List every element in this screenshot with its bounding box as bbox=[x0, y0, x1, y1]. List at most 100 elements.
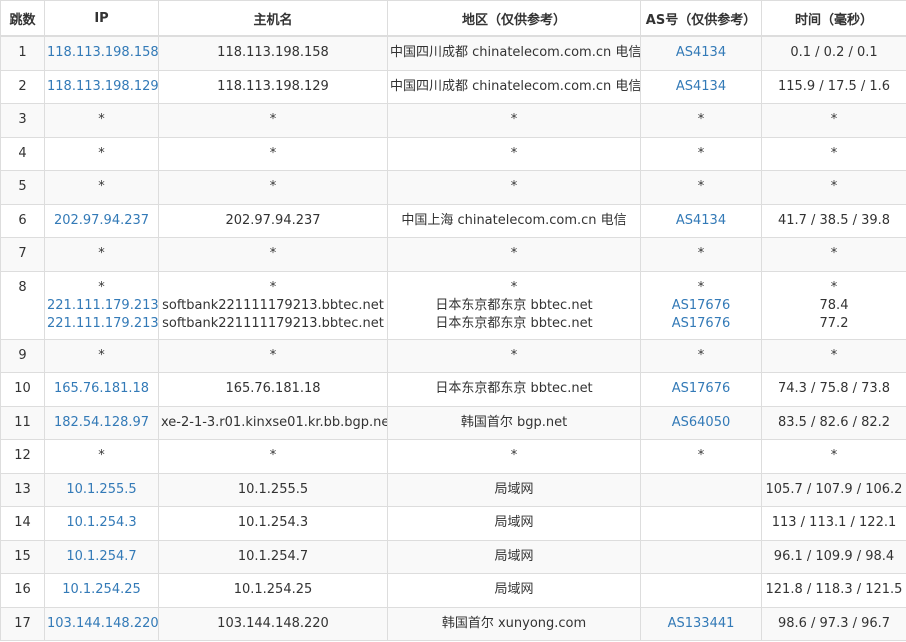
ip-cell-text[interactable]: 118.113.198.158 bbox=[47, 45, 158, 60]
ip-cell-text[interactable]: 10.1.254.25 bbox=[62, 582, 141, 597]
time-cell: * bbox=[761, 237, 906, 272]
hostname-cell-line: softbank221111179213.bbtec.net bbox=[162, 315, 384, 331]
hostname-cell: 165.76.181.18 bbox=[158, 372, 388, 407]
as-cell: AS4134 bbox=[640, 203, 762, 238]
region-cell: 局域网 bbox=[387, 539, 641, 574]
hostname-cell: * bbox=[158, 103, 388, 138]
region-cell: 局域网 bbox=[387, 573, 641, 608]
ip-cell-text[interactable]: 10.1.254.7 bbox=[66, 549, 136, 564]
hostname-cell-text: 10.1.254.3 bbox=[237, 515, 309, 531]
as-cell: AS133441 bbox=[640, 606, 762, 641]
region-cell: * bbox=[387, 170, 641, 205]
time-cell: 105.7 / 107.9 / 106.2 bbox=[761, 472, 906, 507]
region-cell-text: * bbox=[510, 179, 518, 195]
hostname-cell: 10.1.255.5 bbox=[158, 472, 388, 507]
hostname-cell-text: 10.1.254.25 bbox=[233, 582, 313, 598]
ip-cell: * bbox=[44, 136, 159, 171]
table-row: 1 118.113.198.158 118.113.198.158 中国四川成都 ch… bbox=[0, 35, 906, 71]
hop-cell: 16 bbox=[0, 573, 45, 608]
ip-cell-text[interactable]: 10.1.254.3 bbox=[66, 515, 136, 530]
time-cell: 115.9 / 17.5 / 1.6 bbox=[761, 69, 906, 104]
hostname-cell: 10.1.254.25 bbox=[158, 573, 388, 608]
ip-cell-text[interactable]: 182.54.128.97 bbox=[54, 415, 149, 430]
as-cell-line[interactable]: AS17676 bbox=[643, 297, 759, 315]
hostname-cell: * softbank221111179213.bbtec.net softbank2… bbox=[158, 270, 388, 340]
table-row: 14 10.1.254.3 10.1.254.3 局域网 113 / 113.1 / 1… bbox=[0, 506, 906, 541]
ip-cell: 165.76.181.18 bbox=[44, 372, 159, 407]
hop-cell-text: 3 bbox=[18, 112, 27, 128]
hostname-cell-text: 165.76.181.18 bbox=[225, 381, 321, 397]
region-cell: * bbox=[387, 338, 641, 373]
as-cell-text[interactable]: AS64050 bbox=[672, 415, 731, 430]
as-cell-text[interactable]: AS133441 bbox=[668, 616, 735, 631]
ip-cell: 118.113.198.129 bbox=[44, 69, 159, 104]
hop-cell-text: 7 bbox=[18, 246, 27, 262]
hop-cell: 1 bbox=[0, 35, 45, 71]
hostname-cell: 103.144.148.220 bbox=[158, 606, 388, 641]
region-cell-line: 日本东京都东京 bbtec.net bbox=[435, 315, 593, 331]
hostname-cell-text: 118.113.198.129 bbox=[217, 78, 329, 94]
region-cell: * bbox=[387, 136, 641, 171]
time-cell: 74.3 / 75.8 / 73.8 bbox=[761, 372, 906, 407]
time-cell-text: * bbox=[830, 448, 838, 464]
hop-cell-text: 5 bbox=[18, 179, 27, 195]
as-cell-text[interactable]: AS4134 bbox=[676, 45, 726, 60]
ip-cell: 10.1.255.5 bbox=[44, 472, 159, 507]
hostname-cell-text: * bbox=[269, 347, 277, 363]
as-cell: AS4134 bbox=[640, 35, 762, 71]
region-cell-text: 局域网 bbox=[494, 582, 534, 598]
ip-cell-text[interactable]: 165.76.181.18 bbox=[54, 381, 149, 396]
region-cell-text: 中国四川成都 chinatelecom.com.cn 电信 bbox=[390, 78, 641, 94]
ip-cell-text[interactable]: 103.144.148.220 bbox=[47, 616, 158, 631]
region-cell-text: 局域网 bbox=[494, 515, 534, 531]
ip-cell-text: * bbox=[98, 448, 105, 464]
ip-cell-text: * bbox=[98, 179, 105, 195]
as-cell-text[interactable]: AS4134 bbox=[676, 213, 726, 228]
region-cell: 韩国首尔 xunyong.com bbox=[387, 606, 641, 641]
ip-cell-line[interactable]: 221.111.179.213 bbox=[47, 315, 158, 333]
time-cell: 96.1 / 109.9 / 98.4 bbox=[761, 539, 906, 574]
ip-cell: * bbox=[44, 170, 159, 205]
ip-cell-text[interactable]: 202.97.94.237 bbox=[54, 213, 149, 228]
ip-cell-text[interactable]: 10.1.255.5 bbox=[66, 482, 136, 497]
hostname-cell: xe-2-1-3.r01.kinxse01.kr.bb.bgp.net bbox=[158, 405, 388, 440]
hostname-cell-text: * bbox=[269, 179, 277, 195]
as-cell-text[interactable]: AS17676 bbox=[672, 381, 731, 396]
table-row: 10 165.76.181.18 165.76.181.18 日本东京都东京 bbte… bbox=[0, 372, 906, 407]
time-cell: * bbox=[761, 103, 906, 138]
table-row: 2 118.113.198.129 118.113.198.129 中国四川成都 ch… bbox=[0, 69, 906, 104]
hop-cell: 11 bbox=[0, 405, 45, 440]
ip-cell-text[interactable]: 118.113.198.129 bbox=[47, 79, 158, 94]
header-region: 地区（仅供参考） bbox=[387, 0, 641, 37]
ip-cell-text: * bbox=[98, 112, 105, 128]
table-row: 16 10.1.254.25 10.1.254.25 局域网 121.8 / 118.3… bbox=[0, 573, 906, 608]
time-cell: * bbox=[761, 439, 906, 474]
ip-cell: * bbox=[44, 103, 159, 138]
region-cell-text: 韩国首尔 xunyong.com bbox=[441, 615, 587, 631]
hop-cell: 6 bbox=[0, 203, 45, 238]
as-cell-text[interactable]: AS4134 bbox=[676, 79, 726, 94]
region-cell-text: 日本东京都东京 bbtec.net bbox=[435, 381, 593, 397]
time-cell-text: * bbox=[830, 145, 838, 161]
header-as: AS号（仅供参考） bbox=[640, 0, 762, 37]
time-cell-line: 77.2 bbox=[819, 315, 849, 331]
ip-cell-line[interactable]: 221.111.179.213 bbox=[47, 297, 158, 315]
time-cell-text: * bbox=[830, 179, 838, 195]
hop-cell: 17 bbox=[0, 606, 45, 641]
hop-cell-text: 17 bbox=[14, 615, 31, 631]
as-cell: * bbox=[640, 237, 762, 272]
ip-cell: * bbox=[44, 439, 159, 474]
table-row: 3 * * * * * bbox=[0, 103, 906, 138]
hostname-cell-text: 202.97.94.237 bbox=[225, 212, 321, 228]
as-cell-line[interactable]: AS17676 bbox=[643, 315, 759, 333]
hop-cell: 8 bbox=[0, 270, 45, 340]
region-cell-text: * bbox=[510, 347, 518, 363]
ip-cell: * bbox=[44, 338, 159, 373]
as-cell-text: * bbox=[697, 145, 705, 161]
region-cell-text: 韩国首尔 bgp.net bbox=[460, 414, 568, 430]
region-cell: * bbox=[387, 103, 641, 138]
region-cell: 日本东京都东京 bbtec.net bbox=[387, 372, 641, 407]
hostname-cell: 118.113.198.129 bbox=[158, 69, 388, 104]
table-row: 13 10.1.255.5 10.1.255.5 局域网 105.7 / 107.9 /… bbox=[0, 472, 906, 507]
region-cell: 中国四川成都 chinatelecom.com.cn 电信 bbox=[387, 35, 641, 71]
